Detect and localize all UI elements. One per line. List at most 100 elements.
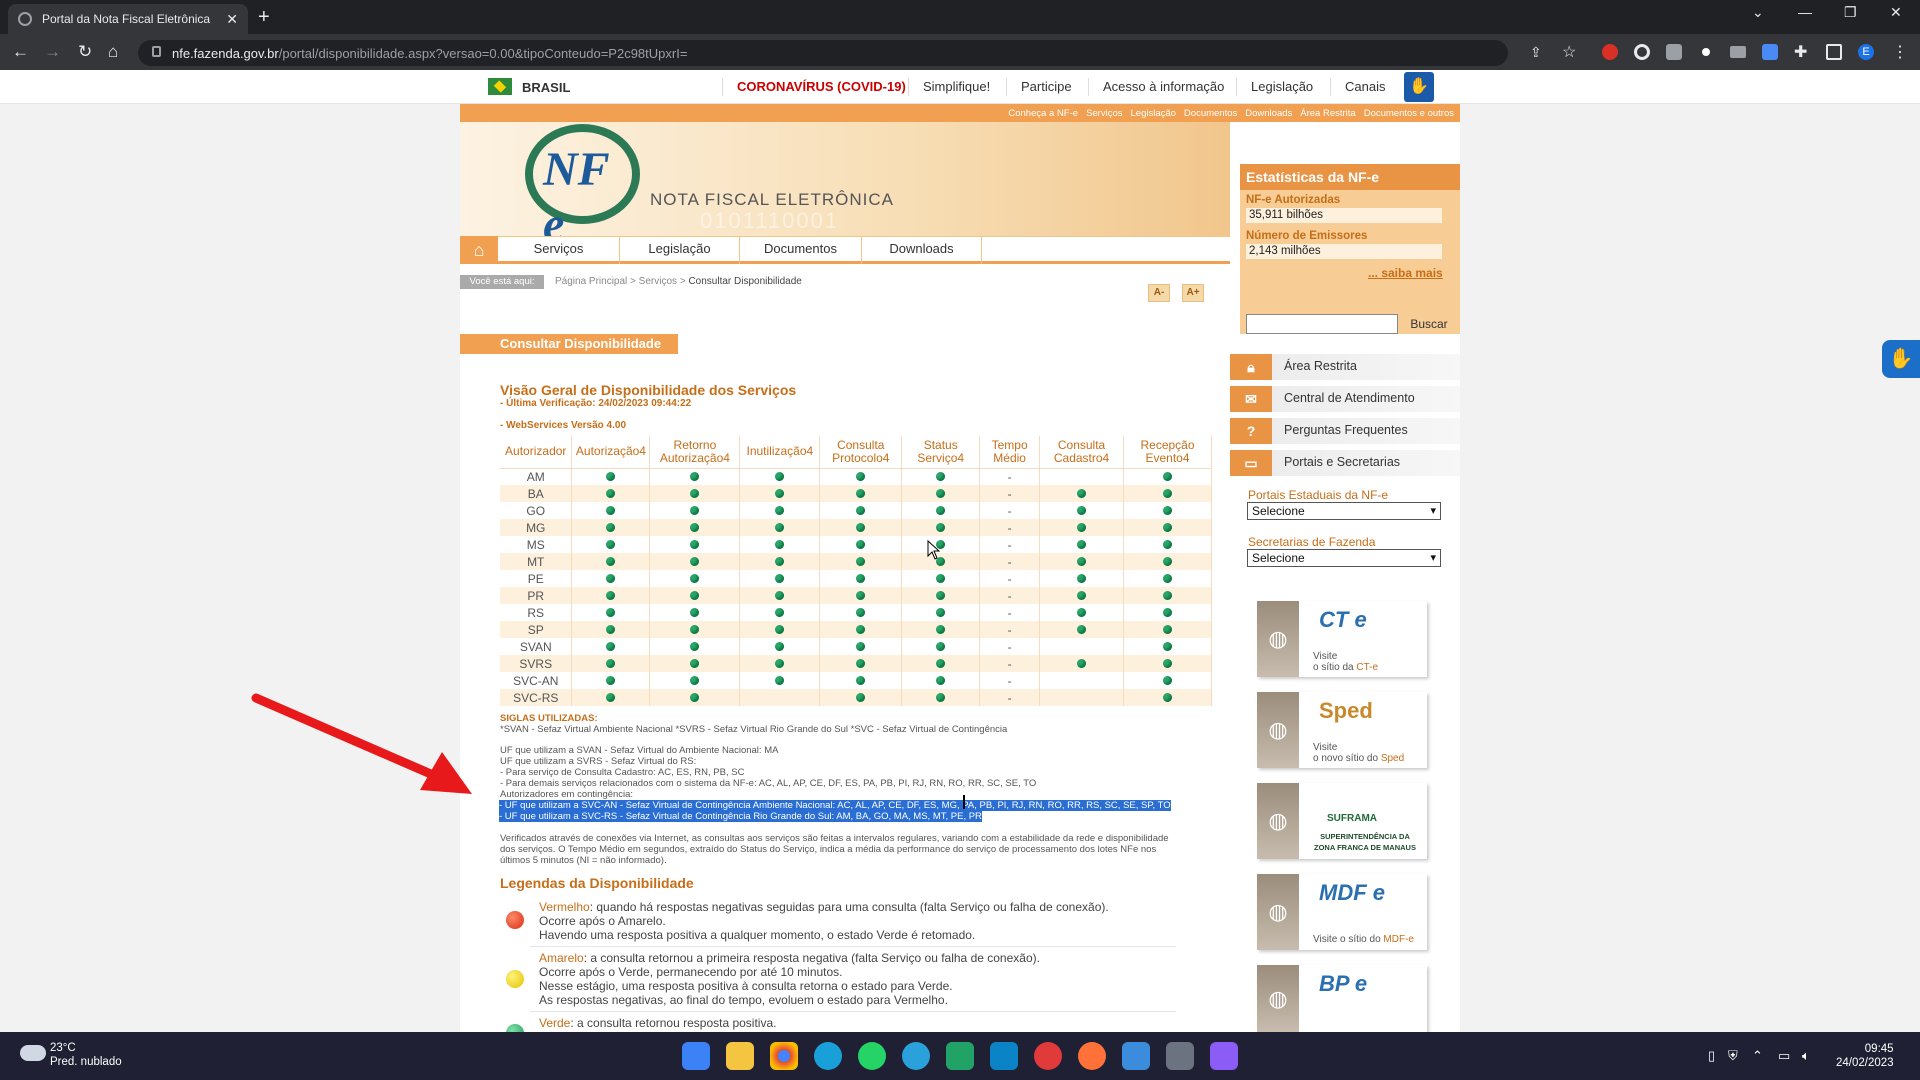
top-link[interactable]: Documentos: [1184, 108, 1237, 119]
green-status-icon: [690, 471, 700, 481]
extension-person-icon[interactable]: [1666, 44, 1682, 60]
side-menu-portais-secretarias[interactable]: ▭ Portais e Secretarias: [1230, 450, 1460, 476]
font-decrease-button[interactable]: A-: [1148, 284, 1170, 302]
side-menu-central-atendimento[interactable]: ✉ Central de Atendimento: [1230, 386, 1460, 412]
excel-icon[interactable]: [946, 1042, 974, 1070]
bookmark-star-icon[interactable]: ☆: [1562, 42, 1576, 62]
top-link[interactable]: Conheça a NF-e: [1008, 108, 1078, 119]
forward-icon[interactable]: →: [44, 42, 61, 62]
home-icon[interactable]: ⌂: [108, 42, 118, 62]
share-icon[interactable]: ⇪: [1530, 44, 1542, 61]
font-increase-button[interactable]: A+: [1182, 284, 1204, 302]
search-button[interactable]: Buscar: [1406, 314, 1452, 334]
file-explorer-icon[interactable]: [726, 1042, 754, 1070]
authorizer-cell: PR: [500, 587, 573, 604]
status-cell: -: [979, 655, 1041, 672]
security-icon[interactable]: ⛨: [1728, 1048, 1738, 1064]
green-status-icon: [775, 556, 785, 566]
red-arrow-annotation: [251, 693, 472, 794]
start-windows-icon[interactable]: [682, 1042, 710, 1070]
tray-chevron-icon[interactable]: ⌃: [1752, 1048, 1763, 1064]
table-header-cell: Tempo Médio: [979, 436, 1041, 469]
gov-link-simplifique[interactable]: Simplifique!: [908, 78, 1004, 96]
search-input[interactable]: [1246, 314, 1398, 334]
top-link[interactable]: Legislação: [1131, 108, 1176, 119]
chrome-icon[interactable]: [770, 1042, 798, 1070]
gov-link-acesso-informacao[interactable]: Acesso à informação: [1088, 78, 1238, 96]
restore-icon[interactable]: ❐: [1844, 4, 1857, 21]
app-gray-icon[interactable]: [1166, 1042, 1194, 1070]
top-link[interactable]: Downloads: [1245, 108, 1292, 119]
green-status-icon: [775, 505, 785, 515]
menu-item-downloads[interactable]: Downloads: [862, 236, 982, 264]
suframa-site-link[interactable]: ◍ SUFRAMA SUPERINTENDÊNCIA DA ZONA FRANC…: [1257, 783, 1427, 859]
menu-item-legislacao[interactable]: Legislação: [620, 236, 740, 264]
back-icon[interactable]: ←: [12, 42, 29, 62]
top-link[interactable]: Serviços: [1086, 108, 1122, 119]
green-status-icon: [1163, 505, 1172, 515]
phone-icon[interactable]: ▯: [1708, 1048, 1715, 1064]
network-icon[interactable]: ▭: [1778, 1048, 1790, 1064]
telegram-icon[interactable]: [902, 1042, 930, 1070]
weather-desc: Pred. nublado: [50, 1056, 122, 1068]
extension-record-icon[interactable]: [1698, 44, 1714, 60]
side-panel-icon[interactable]: [1826, 44, 1842, 60]
address-bar[interactable]: nfe.fazenda.gov.br/portal/disponibilidad…: [138, 40, 1508, 66]
taskbar-clock[interactable]: 09:45 24/02/2023: [1836, 1042, 1894, 1070]
stats-more-link[interactable]: ... saiba mais: [1368, 266, 1443, 280]
tab-search-chevron-icon[interactable]: ⌄: [1752, 4, 1764, 21]
green-status-icon: [606, 692, 616, 702]
extension-circle-icon[interactable]: [1634, 44, 1650, 60]
green-status-icon: [936, 471, 946, 481]
profile-avatar[interactable]: E: [1858, 44, 1874, 60]
status-cell: -: [979, 621, 1041, 638]
side-menu-area-restrita[interactable]: 🔒︎ Área Restrita: [1230, 354, 1460, 380]
accessibility-icon[interactable]: ✋: [1404, 72, 1434, 102]
volume-icon[interactable]: 🔈︎: [1802, 1048, 1810, 1064]
gov-brasil-link[interactable]: BRASIL: [522, 80, 570, 95]
breadcrumb-home[interactable]: Página Principal: [555, 276, 627, 287]
gov-link-participe[interactable]: Participe: [1006, 78, 1086, 96]
status-cell: [649, 536, 741, 553]
green-status-icon: [856, 522, 866, 532]
reload-icon[interactable]: ↻: [78, 42, 92, 62]
status-cell: [1123, 621, 1212, 638]
cte-site-link[interactable]: ◍ CT e Visite o sítio da CT-e: [1257, 601, 1427, 677]
mdfe-site-link[interactable]: ◍ MDF e Visite o sítio do MDF-e: [1257, 874, 1427, 950]
top-link[interactable]: Área Restrita: [1300, 108, 1355, 119]
outlook-icon[interactable]: [990, 1042, 1018, 1070]
vlibras-accessibility-icon[interactable]: ✋: [1882, 340, 1920, 378]
menu-item-servicos[interactable]: Serviços: [498, 236, 620, 264]
gov-link-legislacao[interactable]: Legislação: [1236, 78, 1327, 96]
weather-widget[interactable]: 23°C Pred. nublado: [20, 1041, 122, 1069]
sped-site-link[interactable]: ◍ Sped Visite o novo sítio do Sped: [1257, 692, 1427, 768]
bpe-site-link[interactable]: ◍ BP e: [1257, 965, 1427, 1032]
tab-close-icon[interactable]: ✕: [226, 11, 238, 28]
extension-mail-icon[interactable]: [1730, 46, 1746, 58]
whatsapp-icon[interactable]: [858, 1042, 886, 1070]
close-window-icon[interactable]: ✕: [1890, 4, 1902, 21]
app-purple-icon[interactable]: [1210, 1042, 1238, 1070]
home-menu-icon[interactable]: ⌂: [460, 236, 498, 264]
menu-item-documentos[interactable]: Documentos: [740, 236, 862, 264]
gov-link-canais[interactable]: Canais: [1330, 78, 1399, 96]
app-red-icon[interactable]: [1034, 1042, 1062, 1070]
breadcrumb-section[interactable]: Serviços: [639, 276, 677, 287]
side-menu-perguntas-frequentes[interactable]: ? Perguntas Frequentes: [1230, 418, 1460, 444]
status-cell: [901, 689, 981, 706]
firefox-icon[interactable]: [1078, 1042, 1106, 1070]
new-tab-button[interactable]: +: [258, 6, 270, 29]
extensions-puzzle-icon[interactable]: ✚: [1794, 42, 1807, 62]
secretarias-select[interactable]: Selecione: [1247, 549, 1441, 567]
gov-link-covid[interactable]: CORONAVÍRUS (COVID-19): [722, 78, 920, 96]
extension-red-icon[interactable]: [1602, 44, 1618, 60]
edge-icon[interactable]: [814, 1042, 842, 1070]
menu-kebab-icon[interactable]: ⋮: [1892, 42, 1908, 62]
top-link[interactable]: Documentos e outros: [1364, 108, 1454, 119]
portais-select[interactable]: Selecione: [1247, 502, 1441, 520]
notepad-icon[interactable]: [1122, 1042, 1150, 1070]
translate-icon[interactable]: [1762, 44, 1778, 60]
minimize-icon[interactable]: —: [1798, 4, 1812, 20]
browser-tab[interactable]: Portal da Nota Fiscal Eletrônica ✕: [8, 4, 248, 34]
nfe-logo[interactable]: NF e: [525, 124, 640, 251]
